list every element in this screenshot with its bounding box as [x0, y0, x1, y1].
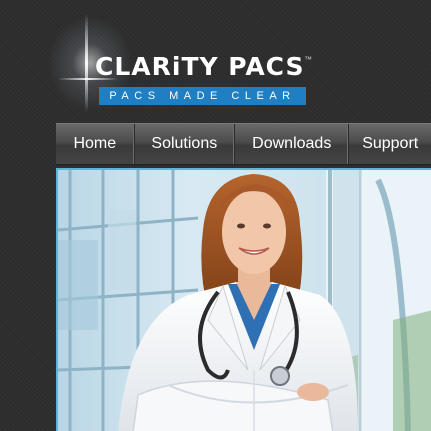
logo-wordmark[interactable]: CLARiTY PACS [95, 52, 305, 81]
main-nav: Home Solutions Downloads Support [56, 123, 431, 165]
site-header: CLARiTY PACS ™ PACS MADE CLEAR [0, 0, 431, 122]
nav-item-support[interactable]: Support [349, 124, 431, 164]
hero-banner [56, 168, 431, 431]
nav-item-downloads[interactable]: Downloads [235, 124, 350, 164]
logo-tagline: PACS MADE CLEAR [99, 87, 306, 105]
doctor-photo [58, 170, 431, 431]
logo-flare-vertical [85, 14, 88, 112]
nav-item-home[interactable]: Home [56, 124, 135, 164]
nav-item-solutions[interactable]: Solutions [135, 124, 236, 164]
trademark-symbol: ™ [304, 55, 312, 64]
